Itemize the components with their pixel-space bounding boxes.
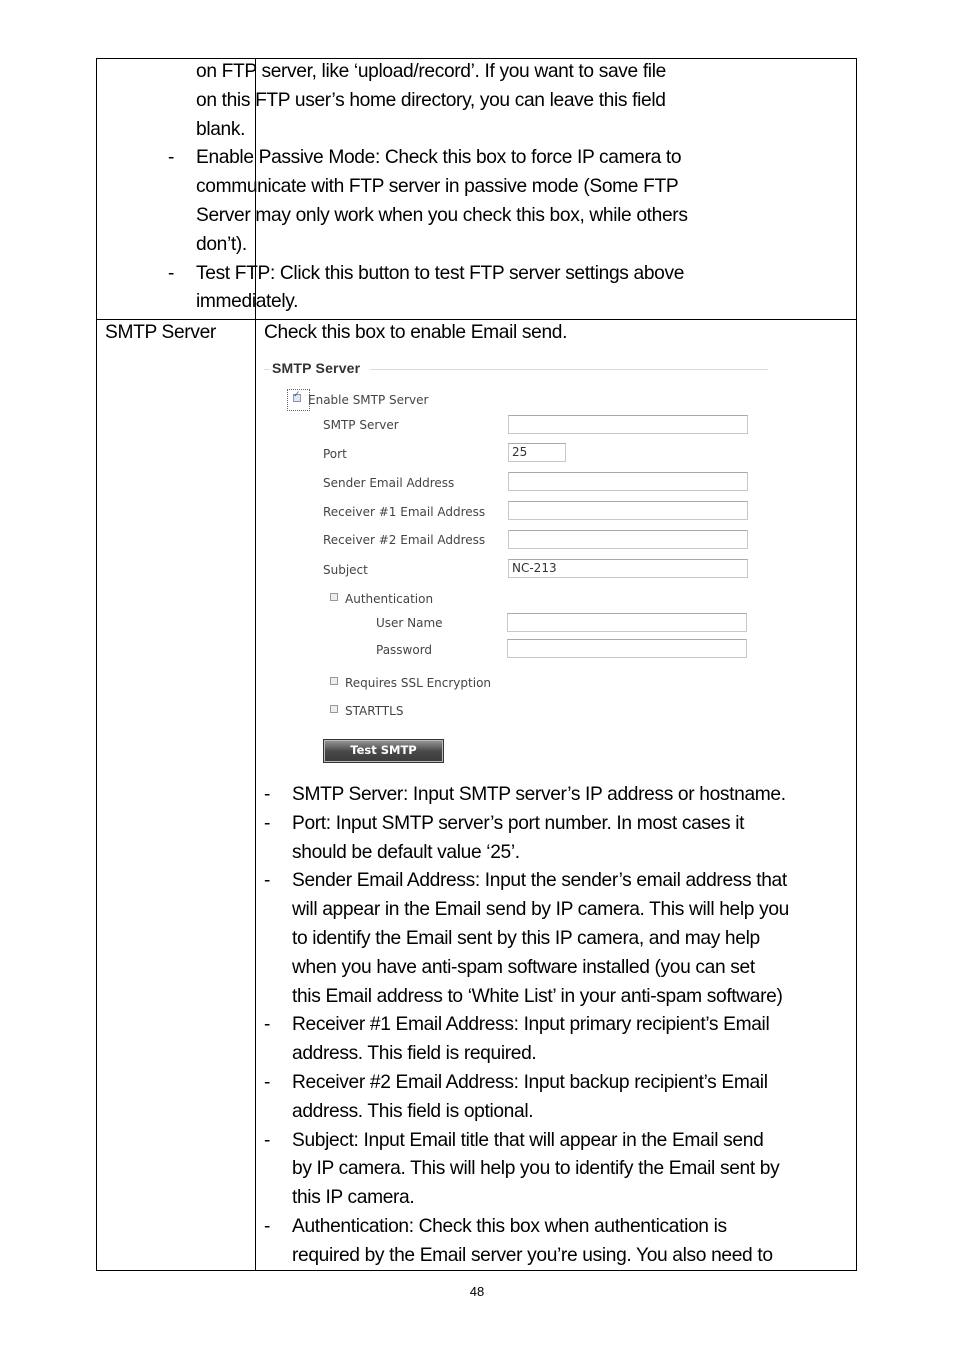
text-line: on this FTP user’s home directory, you c… [196, 89, 666, 111]
receiver1-email-label: Receiver #1 Email Address [323, 505, 486, 519]
text-line: Sender Email Address: Input the sender’s… [292, 870, 787, 892]
bullet-dash: - [264, 784, 271, 805]
fieldset-border [370, 369, 768, 370]
sender-email-label: Sender Email Address [323, 476, 455, 490]
authentication-checkbox[interactable] [330, 593, 338, 601]
bullet-authentication: - Authentication: Check this box when au… [264, 1213, 852, 1271]
bullet-subject: - Subject: Input Email title that will a… [264, 1127, 852, 1213]
text-line: Subject: Input Email title that will app… [292, 1129, 764, 1151]
text-line: Server may only work when you check this… [196, 204, 688, 226]
text-line: required by the Email server you’re usin… [292, 1244, 773, 1266]
bullet-dash: - [264, 1129, 271, 1151]
bullet-test-ftp: - Test FTP: Click this button to test FT… [168, 260, 756, 318]
ftp-description-cell: on FTP server, like ‘upload/record’. If … [168, 58, 756, 317]
smtp-intro-text: Check this box to enable Email send. [264, 322, 568, 343]
test-smtp-button[interactable]: Test SMTP [323, 739, 444, 763]
starttls-label: STARTTLS [345, 704, 404, 718]
receiver2-email-input[interactable] [508, 530, 748, 549]
text-line: Receiver #2 Email Address: Input backup … [292, 1071, 768, 1093]
password-label: Password [376, 643, 433, 657]
bullet-receiver2: - Receiver #2 Email Address: Input backu… [264, 1069, 852, 1127]
text-line: Receiver #1 Email Address: Input primary… [292, 1014, 770, 1036]
page-number: 48 [469, 1284, 485, 1299]
bullet-dash: - [264, 1071, 271, 1093]
text-line: this IP camera. [292, 1187, 415, 1209]
ssl-checkbox[interactable] [330, 677, 338, 685]
text-line: Authentication: Check this box when auth… [292, 1215, 727, 1237]
text-line: Test FTP: Click this button to test FTP … [196, 262, 685, 284]
text-line: SMTP Server: Input SMTP server’s IP addr… [292, 784, 786, 805]
text-line: by IP camera. This will help you to iden… [292, 1158, 780, 1180]
bullet-dash: - [264, 1014, 271, 1036]
receiver2-email-label: Receiver #2 Email Address [323, 533, 486, 547]
sender-email-input[interactable] [508, 472, 748, 491]
text-line: address. This field is required. [292, 1043, 537, 1065]
port-input[interactable]: 25 [508, 443, 566, 462]
username-label: User Name [376, 616, 443, 630]
bullet-dash: - [264, 1215, 271, 1237]
bullet-sender-email: - Sender Email Address: Input the sender… [264, 867, 852, 1011]
bullet-dash: - [264, 870, 271, 892]
subject-input[interactable]: NC-213 [508, 559, 748, 578]
receiver1-email-input[interactable] [508, 501, 748, 520]
continuation-text: on FTP server, like ‘upload/record’. If … [168, 58, 756, 144]
bullet-passive-mode: - Enable Passive Mode: Check this box to… [168, 144, 756, 259]
ssl-label: Requires SSL Encryption [345, 676, 492, 690]
starttls-checkbox[interactable] [330, 705, 338, 713]
text-line: when you have anti-spam software install… [292, 956, 755, 978]
text-line: address. This field is optional. [292, 1100, 534, 1122]
bullet-dash: - [264, 812, 271, 834]
text-line: blank. [196, 118, 246, 140]
text-line: this Email address to ‘White List’ in yo… [292, 985, 783, 1007]
subject-label: Subject [323, 563, 368, 577]
text-line: should be default value ‘25’. [292, 841, 520, 863]
bullet-dash: - [168, 147, 175, 169]
username-input[interactable] [507, 613, 747, 632]
port-label: Port [323, 447, 347, 461]
authentication-label: Authentication [345, 592, 434, 606]
enable-smtp-checkbox[interactable] [293, 390, 301, 402]
password-input[interactable] [507, 639, 747, 658]
text-line: on FTP server, like ‘upload/record’. If … [196, 61, 666, 82]
text-line: will appear in the Email send by IP came… [292, 899, 789, 921]
text-line: communicate with FTP server in passive m… [196, 176, 679, 198]
bullet-dash: - [168, 262, 175, 284]
smtp-field-descriptions: - SMTP Server: Input SMTP server’s IP ad… [264, 781, 852, 1271]
bullet-receiver1: - Receiver #1 Email Address: Input prima… [264, 1011, 852, 1069]
smtp-server-label: SMTP Server [323, 418, 399, 432]
bullet-smtp-server: - SMTP Server: Input SMTP server’s IP ad… [264, 781, 852, 810]
bullet-port: - Port: Input SMTP server’s port number.… [264, 810, 852, 868]
row-label-smtp-server: SMTP Server [105, 322, 216, 343]
smtp-settings-form: SMTP Server Enable SMTP Server SMTP Serv… [262, 356, 782, 776]
text-line: Port: Input SMTP server’s port number. I… [292, 812, 745, 834]
text-line: Enable Passive Mode: Check this box to f… [196, 147, 682, 169]
enable-smtp-label: Enable SMTP Server [308, 393, 429, 407]
fieldset-legend: SMTP Server [272, 360, 361, 376]
text-line: don’t). [196, 233, 247, 255]
smtp-server-input[interactable] [508, 415, 748, 434]
text-line: to identify the Email sent by this IP ca… [292, 927, 760, 949]
fieldset-border [264, 369, 270, 370]
text-line: immediately. [196, 291, 299, 313]
